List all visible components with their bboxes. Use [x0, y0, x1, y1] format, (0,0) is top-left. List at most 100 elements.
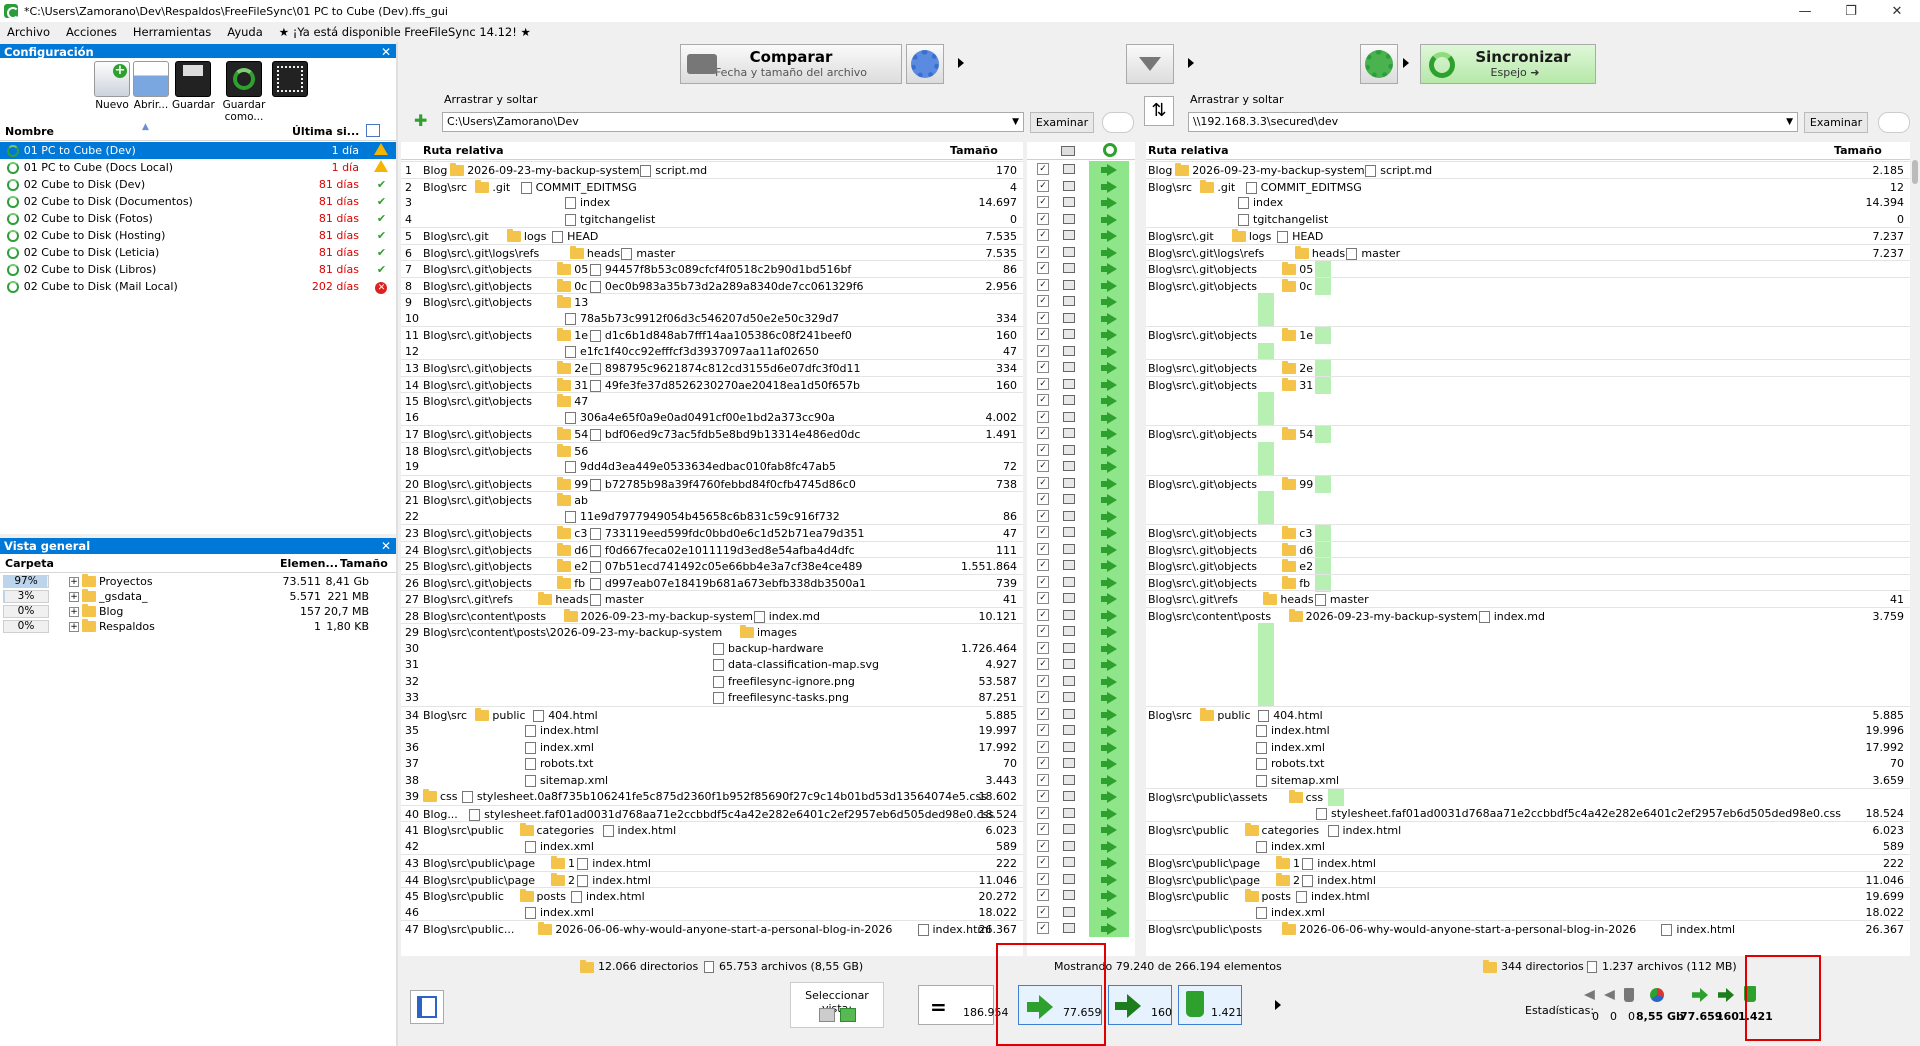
col-folder-header[interactable]: Carpeta [5, 557, 54, 570]
left-grid-row[interactable]: 35 index.html 19.997 [401, 722, 1023, 739]
right-grid-row[interactable]: index.html 19.996 [1146, 722, 1910, 739]
left-grid-row[interactable]: 33 freefilesync-tasks.png 87.251 [401, 689, 1023, 706]
left-grid-row[interactable]: 16 306a4e65f0a9e0ad0491cf00e1bd2a373cc90a… [401, 409, 1023, 426]
left-grid-row[interactable]: 30 backup-hardware 1.726.464 [401, 640, 1023, 657]
sync-arrow-icon[interactable] [1107, 626, 1117, 638]
sync-arrow-icon[interactable] [1107, 312, 1117, 325]
right-grid-row[interactable]: Blog\src\.git\objects c3 [1146, 524, 1910, 542]
config-list-item[interactable]: 02 Cube to Disk (Dev) 81 días ✔ [0, 176, 396, 193]
sync-arrow-icon[interactable] [1107, 362, 1117, 374]
left-grid-row[interactable]: 31 data-classification-map.svg 4.927 [401, 656, 1023, 673]
maximize-button[interactable]: ❐ [1828, 0, 1874, 22]
include-checkbox[interactable]: ✓ [1037, 212, 1049, 225]
sync-arrow-icon[interactable] [1107, 477, 1117, 490]
right-grid-row[interactable]: tgitchangelist 0 [1146, 211, 1910, 228]
right-path-input[interactable]: \\192.168.3.3\secured\dev ▼ [1188, 112, 1798, 132]
left-grid-row[interactable]: 17 Blog\src\.git\objects 54 bdf06ed9c73ac5f… [401, 425, 1023, 442]
include-checkbox[interactable]: ✓ [1037, 592, 1049, 604]
expand-icon[interactable]: + [69, 621, 79, 632]
right-grid-row[interactable] [1146, 507, 1910, 525]
left-grid-row[interactable]: 2 Blog\src .git COMMIT_EDITMSG 4 [401, 177, 1023, 195]
chevron-down-icon[interactable]: ▼ [1786, 113, 1793, 131]
include-checkbox[interactable]: ✓ [1037, 773, 1049, 786]
left-grid-row[interactable]: 43 Blog\src\public\page 1 index.html 222 [401, 854, 1023, 871]
right-grid-row[interactable] [1146, 672, 1910, 690]
save-config-button[interactable]: Guardar [172, 61, 215, 111]
menu-acciones[interactable]: Acciones [66, 25, 117, 39]
vertical-scrollbar[interactable] [1910, 142, 1920, 956]
filter-equal-button[interactable]: = 186.954 [918, 985, 1009, 1025]
minimize-button[interactable]: — [1782, 0, 1828, 22]
right-grid-row[interactable]: Blog 2026-09-23-my-backup-system script.md… [1146, 161, 1910, 178]
include-checkbox[interactable]: ✓ [1037, 757, 1049, 769]
include-checkbox[interactable]: ✓ [1037, 922, 1049, 934]
sync-arrow-icon[interactable] [1107, 345, 1117, 358]
include-checkbox[interactable]: ✓ [1037, 608, 1049, 621]
left-grid-row[interactable]: 11 Blog\src\.git\objects 1e d1c6b1d848ab7ff… [401, 326, 1023, 343]
right-grid-row[interactable] [1146, 342, 1910, 360]
close-icon[interactable]: ✕ [381, 538, 391, 554]
right-grid-row[interactable] [1146, 623, 1910, 640]
include-checkbox[interactable]: ✓ [1037, 460, 1049, 472]
right-grid-row[interactable]: index.xml 589 [1146, 838, 1910, 855]
left-grid-row[interactable]: 12 e1fc1f40cc92efffcf3d3937097aa11af02650… [401, 343, 1023, 360]
cloud-icon[interactable] [1878, 112, 1910, 133]
sync-arrow-icon[interactable] [1107, 543, 1117, 556]
right-grid-row[interactable] [1146, 656, 1910, 673]
sync-arrow-icon[interactable] [1107, 807, 1117, 820]
config-list-item[interactable]: 01 PC to Cube (Docs Local) 1 día [0, 159, 396, 176]
right-grid-row[interactable]: Blog\src\.git\objects 2e [1146, 359, 1910, 377]
config-list-item[interactable]: 02 Cube to Disk (Leticia) 81 días ✔ [0, 244, 396, 261]
left-grid-row[interactable]: 32 freefilesync-ignore.png 53.587 [401, 673, 1023, 690]
left-grid-row[interactable]: 15 Blog\src\.git\objects 47 [401, 392, 1023, 409]
right-grid-row[interactable]: stylesheet.faf01ad0031d768aa71e2ccbbdf5c… [1146, 805, 1910, 822]
sync-arrow-icon[interactable] [1107, 923, 1117, 935]
left-grid-row[interactable]: 5 Blog\src\.git logs HEAD 7.535 [401, 227, 1023, 244]
right-grid-row[interactable] [1146, 408, 1910, 426]
col-items-header[interactable]: Elemen... [280, 557, 338, 570]
sync-arrow-icon[interactable] [1107, 428, 1117, 440]
left-grid-row[interactable]: 41 Blog\src\public categories index.html 6.0… [401, 821, 1023, 838]
include-checkbox[interactable]: ✓ [1037, 262, 1049, 274]
left-grid-row[interactable]: 19 9dd4d3ea449e0533634edbac010fab8fc47ab5… [401, 458, 1023, 475]
config-list-item[interactable]: 02 Cube to Disk (Hosting) 81 días ✔ [0, 227, 396, 244]
sync-arrow-icon[interactable] [1107, 230, 1117, 242]
sync-arrow-icon[interactable] [1107, 411, 1117, 424]
sync-dropdown-icon[interactable] [1403, 58, 1409, 68]
sync-arrow-icon[interactable] [1107, 576, 1117, 589]
menu-herramientas[interactable]: Herramientas [133, 25, 211, 39]
left-grid-row[interactable]: 21 Blog\src\.git\objects ab [401, 491, 1023, 508]
right-grid-row[interactable]: Blog\src\public posts index.html 19.699 [1146, 887, 1910, 904]
left-grid-row[interactable]: 13 Blog\src\.git\objects 2e 898795c9621874c… [401, 359, 1023, 376]
sync-arrow-icon[interactable] [1107, 824, 1117, 836]
right-grid-row[interactable] [1146, 689, 1910, 706]
include-checkbox[interactable]: ✓ [1037, 856, 1049, 868]
right-grid-row[interactable]: Blog\src\.git\objects 05 [1146, 260, 1910, 278]
right-grid-row[interactable]: Blog\src\public\page 2 index.html 11.046 [1146, 870, 1910, 888]
left-grid-row[interactable]: 44 Blog\src\public\page 2 index.html 11.046 [401, 870, 1023, 888]
right-grid-row[interactable]: index 14.394 [1146, 194, 1910, 211]
sync-arrow-icon[interactable] [1107, 461, 1117, 473]
include-checkbox[interactable]: ✓ [1037, 196, 1049, 208]
right-grid-row[interactable] [1146, 491, 1910, 508]
include-checkbox[interactable]: ✓ [1037, 889, 1049, 901]
right-grid-row[interactable]: Blog\src\public\page 1 index.html 222 [1146, 854, 1910, 871]
right-grid-row[interactable]: Blog\src\.git\logs\refs heads master 7.237 [1146, 243, 1910, 261]
config-list-item[interactable]: 02 Cube to Disk (Fotos) 81 días ✔ [0, 210, 396, 227]
sync-arrow-icon[interactable] [1107, 279, 1117, 292]
right-grid-row[interactable] [1146, 441, 1910, 459]
sync-arrow-icon[interactable] [1107, 164, 1117, 176]
right-grid-row[interactable]: Blog\src\public categories index.html 6.023 [1146, 821, 1910, 838]
filter-button[interactable] [1126, 44, 1174, 84]
sync-arrow-icon[interactable] [1107, 791, 1117, 803]
right-grid-row[interactable]: Blog\src\.git\refs heads master 41 [1146, 590, 1910, 607]
include-checkbox[interactable]: ✓ [1037, 229, 1049, 241]
sync-arrow-icon[interactable] [1107, 378, 1117, 391]
sync-arrow-icon[interactable] [1107, 708, 1117, 721]
include-checkbox[interactable]: ✓ [1037, 509, 1049, 522]
include-checkbox[interactable]: ✓ [1037, 245, 1049, 258]
expand-icon[interactable]: + [69, 606, 79, 617]
right-grid-row[interactable] [1146, 639, 1910, 657]
include-checkbox[interactable]: ✓ [1037, 410, 1049, 423]
sync-arrow-icon[interactable] [1107, 510, 1117, 523]
